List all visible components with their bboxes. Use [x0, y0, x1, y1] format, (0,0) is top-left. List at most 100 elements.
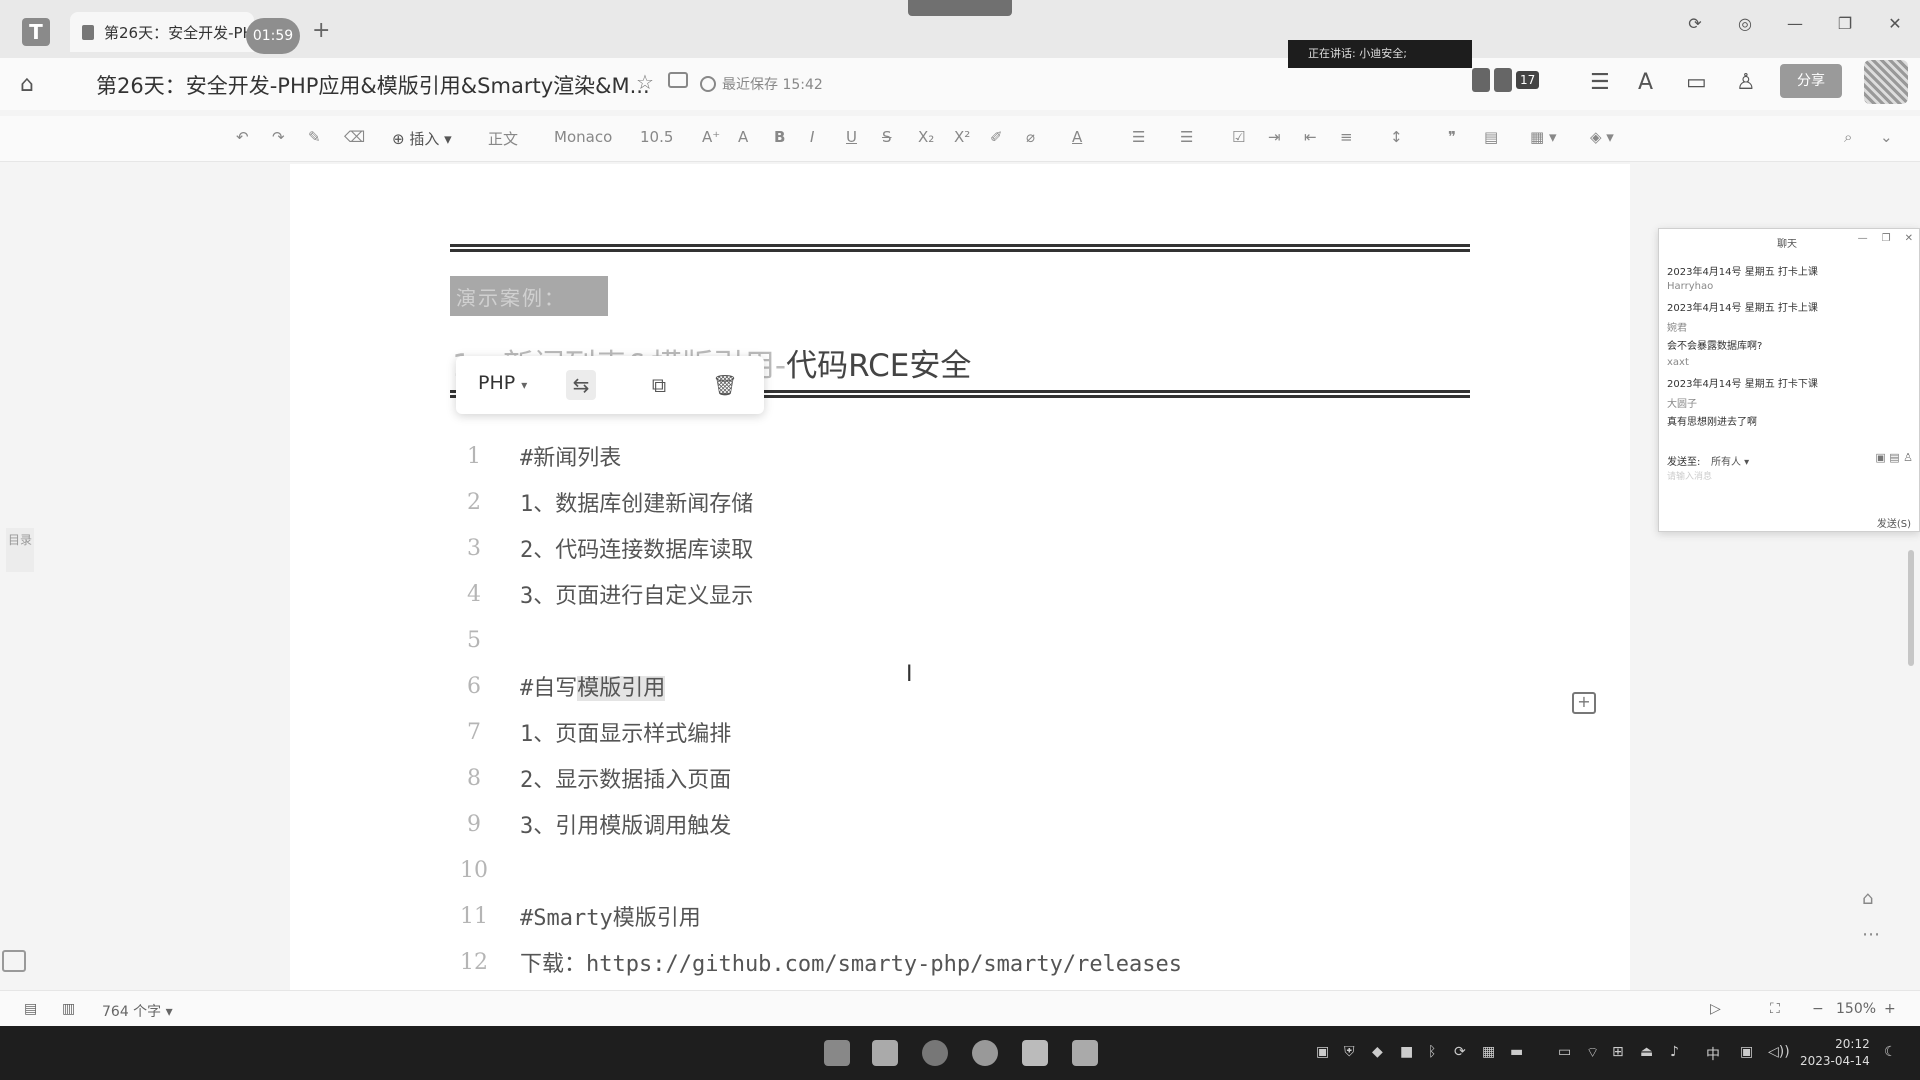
- decrease-font-icon[interactable]: A: [738, 128, 748, 146]
- fullscreen-icon[interactable]: ⛶: [1770, 1001, 1780, 1017]
- display-icon[interactable]: ▣: [1740, 1044, 1753, 1060]
- delete-icon[interactable]: 🗑: [710, 370, 740, 400]
- collapse-toolbar-icon[interactable]: ⌄: [1880, 128, 1893, 146]
- tray-app-icon[interactable]: ▦: [1482, 1044, 1495, 1060]
- present-icon[interactable]: ▭: [1686, 70, 1707, 95]
- edge-browser-icon[interactable]: [922, 1040, 948, 1066]
- usb-icon[interactable]: ⏏: [1640, 1044, 1653, 1060]
- scrollbar[interactable]: [1908, 550, 1914, 666]
- wrap-lines-icon[interactable]: ⇆: [566, 370, 596, 400]
- home-icon[interactable]: ⌂: [20, 72, 34, 97]
- eraser-icon[interactable]: ⌫: [344, 128, 365, 146]
- line-spacing-icon[interactable]: ↕: [1390, 128, 1403, 146]
- underline-icon[interactable]: U: [846, 128, 857, 146]
- shield-icon[interactable]: ⛨: [1344, 1044, 1355, 1060]
- chat-maximize-button[interactable]: ❐: [1882, 233, 1891, 244]
- undo-icon[interactable]: ↶: [236, 128, 249, 146]
- bluetooth-icon[interactable]: ᛒ: [1428, 1044, 1436, 1060]
- system-clock[interactable]: 20:12 2023-04-14: [1800, 1036, 1870, 1070]
- docs-app-icon[interactable]: [1022, 1040, 1048, 1066]
- notification-icon[interactable]: ☾: [1884, 1044, 1897, 1060]
- tray-app-icon[interactable]: ▣: [1316, 1044, 1329, 1060]
- send-to-select[interactable]: 所有人 ▾: [1711, 453, 1749, 468]
- input-method[interactable]: 中: [1706, 1044, 1720, 1064]
- sync-icon[interactable]: ⟳: [1454, 1044, 1466, 1060]
- send-button[interactable]: 发送(S): [1877, 515, 1911, 530]
- italic-icon[interactable]: I: [810, 128, 814, 146]
- collaborators[interactable]: 17: [1472, 68, 1540, 92]
- comment-icon[interactable]: ▤: [1484, 128, 1498, 146]
- bullet-list-icon[interactable]: ☰: [1132, 128, 1145, 146]
- user-avatar[interactable]: [1864, 60, 1908, 104]
- play-icon[interactable]: ▷: [1710, 1001, 1721, 1017]
- outline-view-icon[interactable]: ▤: [24, 1001, 37, 1017]
- sidebar-tool-icon[interactable]: [2, 950, 26, 972]
- chat-minimize-button[interactable]: —: [1858, 233, 1868, 244]
- style-select[interactable]: 正文: [488, 128, 518, 149]
- indent-icon[interactable]: ⇥: [1268, 128, 1281, 146]
- font-size-select[interactable]: 10.5: [640, 128, 673, 146]
- volume-icon[interactable]: ◁)): [1768, 1044, 1790, 1060]
- zoom-level[interactable]: 150%: [1836, 1001, 1876, 1017]
- close-button[interactable]: ✕: [1884, 14, 1906, 33]
- menu-icon[interactable]: ☰: [1590, 70, 1610, 95]
- chat-tools-icon[interactable]: ▣ ▤ ♙: [1875, 451, 1913, 464]
- page-view-icon[interactable]: ▥: [62, 1001, 75, 1017]
- zoom-out-button[interactable]: −: [1812, 1001, 1824, 1017]
- quote-icon[interactable]: ❞: [1448, 128, 1456, 146]
- app-logo-icon[interactable]: T: [22, 18, 50, 46]
- increase-font-icon[interactable]: A⁺: [702, 128, 720, 146]
- clear-format-icon[interactable]: ⌀: [1026, 128, 1035, 146]
- tray-app-icon[interactable]: ▬: [1510, 1044, 1523, 1060]
- tray-app-icon[interactable]: ◆: [1372, 1044, 1383, 1060]
- strikethrough-icon[interactable]: S: [882, 128, 892, 146]
- copy-icon[interactable]: ⧉: [644, 370, 674, 400]
- file-explorer-icon[interactable]: [872, 1040, 898, 1066]
- share-button[interactable]: 分享: [1780, 64, 1842, 98]
- chat-input[interactable]: 请输入消息: [1667, 469, 1911, 501]
- minimize-button[interactable]: —: [1784, 14, 1806, 33]
- redo-icon[interactable]: ↷: [272, 128, 285, 146]
- outdent-icon[interactable]: ⇤: [1304, 128, 1317, 146]
- checklist-icon[interactable]: ☑: [1232, 128, 1245, 146]
- maximize-button[interactable]: ❐: [1834, 14, 1856, 33]
- document-title[interactable]: 第26天：安全开发-PHP应用&模版引用&Smarty渲染&M...: [96, 70, 650, 100]
- font-color-icon[interactable]: A: [1072, 128, 1082, 146]
- align-icon[interactable]: ≡: [1340, 128, 1353, 146]
- star-icon[interactable]: ☆: [636, 70, 654, 94]
- bold-icon[interactable]: B: [774, 128, 785, 146]
- numbered-list-icon[interactable]: ☰: [1180, 128, 1193, 146]
- network-icon[interactable]: ⌔: [1586, 1044, 1599, 1062]
- insert-button[interactable]: ⊕ 插入 ▾: [392, 128, 452, 149]
- text-size-icon[interactable]: A: [1638, 70, 1653, 95]
- language-select[interactable]: PHP ▾: [478, 372, 527, 394]
- superscript-icon[interactable]: X²: [954, 128, 970, 146]
- format-painter-icon[interactable]: ✎: [308, 128, 321, 146]
- tab-document[interactable]: 第26天：安全开发-PHP: [70, 12, 254, 52]
- add-comment-icon[interactable]: +: [1572, 692, 1596, 714]
- chat-close-button[interactable]: ✕: [1905, 233, 1913, 244]
- highlight-icon[interactable]: ✐: [990, 128, 1003, 146]
- subscript-icon[interactable]: X₂: [918, 128, 934, 146]
- catalog-toggle[interactable]: 目录: [6, 528, 34, 572]
- tray-app-icon[interactable]: ■: [1400, 1044, 1413, 1060]
- microphone-icon[interactable]: ♪: [1670, 1044, 1679, 1060]
- more-options-icon[interactable]: ⋯: [1862, 924, 1880, 945]
- photos-icon[interactable]: [1072, 1040, 1098, 1066]
- back-to-top-icon[interactable]: ⌂: [1862, 888, 1873, 909]
- monitor-icon[interactable]: ▭: [1558, 1044, 1571, 1060]
- collaborate-icon[interactable]: ♙: [1736, 70, 1756, 95]
- chrome-icon[interactable]: [972, 1040, 998, 1066]
- more-insert-icon[interactable]: ◈ ▾: [1590, 128, 1614, 146]
- folder-icon[interactable]: [668, 72, 688, 88]
- font-select[interactable]: Monaco: [554, 128, 612, 146]
- table-icon[interactable]: ▦ ▾: [1530, 128, 1556, 146]
- new-tab-button[interactable]: +: [312, 18, 330, 43]
- refresh-icon[interactable]: ⟳: [1684, 14, 1706, 33]
- windows-icon[interactable]: ⊞: [1612, 1044, 1624, 1060]
- settings-icon[interactable]: ◎: [1734, 14, 1756, 33]
- word-count[interactable]: 764 个字 ▾: [102, 1001, 173, 1021]
- search-icon[interactable]: ⌕: [1844, 128, 1852, 146]
- start-icon[interactable]: [824, 1040, 850, 1066]
- zoom-in-button[interactable]: +: [1884, 1001, 1896, 1017]
